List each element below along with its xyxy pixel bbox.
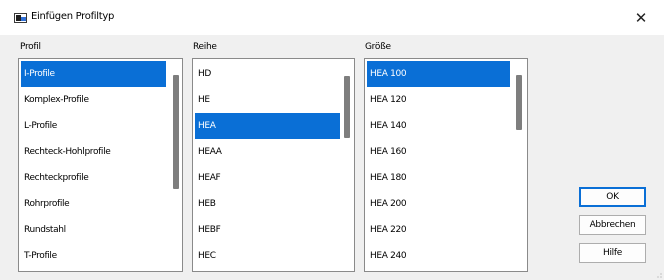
list-item[interactable]: HEA 180 — [367, 165, 510, 191]
list-item[interactable]: T-Profile — [21, 243, 166, 269]
list-item[interactable]: HEAA — [195, 139, 340, 165]
groesse-label: Größe — [365, 42, 391, 52]
reihe-scroll-thumb[interactable] — [344, 76, 350, 138]
list-item[interactable]: HEAF — [195, 165, 340, 191]
list-item[interactable]: HD — [195, 61, 340, 87]
list-item[interactable]: HEA 100 — [367, 61, 510, 87]
reihe-scrollbar[interactable] — [341, 59, 352, 271]
window-title: Einfügen Profiltyp — [31, 11, 115, 22]
close-icon[interactable]: ✕ — [618, 0, 664, 35]
ok-button[interactable]: OK — [579, 187, 646, 207]
list-item[interactable]: HEA — [195, 113, 340, 139]
reihe-listbox[interactable]: HD HE HEA HEAA HEAF HEB HEBF HEC — [192, 58, 355, 272]
groesse-scrollbar[interactable] — [513, 59, 524, 271]
list-item[interactable]: HE — [195, 87, 340, 113]
list-item[interactable]: HEA 220 — [367, 217, 510, 243]
app-icon — [14, 13, 27, 23]
list-item[interactable]: Rohrprofile — [21, 191, 166, 217]
profil-scrollbar[interactable] — [170, 59, 181, 271]
list-item[interactable]: HEB — [195, 191, 340, 217]
cancel-button[interactable]: Abbrechen — [579, 215, 646, 235]
list-item[interactable]: HEA 200 — [367, 191, 510, 217]
resize-grip-icon[interactable] — [654, 270, 662, 278]
list-item[interactable]: HEC — [195, 243, 340, 269]
profil-scroll-thumb[interactable] — [173, 75, 179, 189]
list-item[interactable]: I-Profile — [21, 61, 166, 87]
help-button[interactable]: Hilfe — [579, 243, 646, 263]
title-bar: Einfügen Profiltyp ✕ — [0, 0, 664, 35]
list-item[interactable]: Rechteckprofile — [21, 165, 166, 191]
list-item[interactable]: Komplex-Profile — [21, 87, 166, 113]
list-item[interactable]: Rundstahl — [21, 217, 166, 243]
profil-listbox[interactable]: I-Profile Komplex-Profile L-Profile Rech… — [18, 58, 183, 272]
list-item[interactable]: HEA 120 — [367, 87, 510, 113]
list-item[interactable]: HEA 140 — [367, 113, 510, 139]
reihe-label: Reihe — [193, 42, 217, 52]
list-item[interactable]: HEA 160 — [367, 139, 510, 165]
list-item[interactable]: Rechteck-Hohlprofile — [21, 139, 166, 165]
list-item[interactable]: HEA 240 — [367, 243, 510, 269]
list-item[interactable]: L-Profile — [21, 113, 166, 139]
groesse-scroll-thumb[interactable] — [516, 75, 522, 130]
groesse-listbox[interactable]: HEA 100 HEA 120 HEA 140 HEA 160 HEA 180 … — [364, 58, 528, 272]
list-item[interactable]: HEBF — [195, 217, 340, 243]
profil-label: Profil — [20, 42, 41, 52]
